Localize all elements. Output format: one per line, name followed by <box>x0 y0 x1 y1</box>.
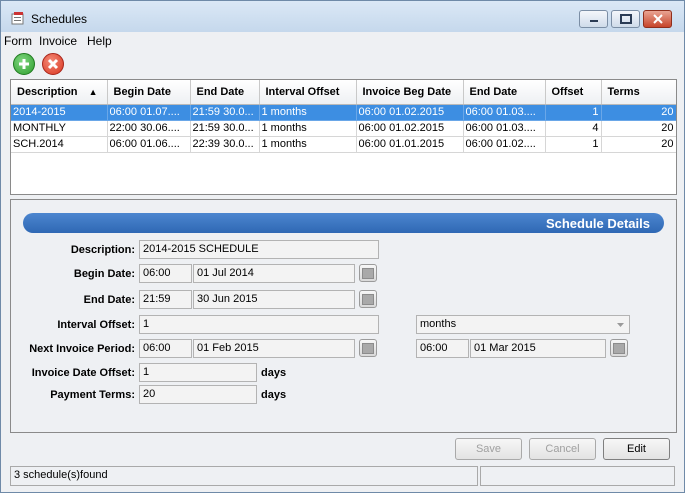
invoice-date-offset-field[interactable]: 1 <box>139 363 257 382</box>
next-end-date-picker-button[interactable] <box>610 339 628 357</box>
status-text: 3 schedule(s)found <box>10 466 478 486</box>
interval-offset-field[interactable]: 1 <box>139 315 379 334</box>
calendar-icon <box>362 342 374 354</box>
end-time-field[interactable]: 21:59 <box>139 290 192 309</box>
add-icon <box>19 59 29 69</box>
add-button[interactable] <box>13 53 35 75</box>
calendar-icon <box>362 293 374 305</box>
details-banner-title: Schedule Details <box>545 216 650 231</box>
table-row[interactable]: SCH.2014 06:00 01.06.... 22:39 30.0... 1… <box>11 136 676 153</box>
table-header-row: Description ▲ Begin Date End Date Interv… <box>11 80 676 105</box>
delete-icon <box>47 58 59 70</box>
calendar-icon <box>362 267 374 279</box>
invoice-date-offset-label: Invoice Date Offset: <box>31 367 135 379</box>
next-end-date-field[interactable]: 01 Mar 2015 <box>470 339 606 358</box>
column-description[interactable]: Description ▲ <box>11 80 108 105</box>
cell-invoice-beg-date: 06:00 01.02.2015 <box>356 120 464 137</box>
cell-description: SCH.2014 <box>11 136 108 153</box>
end-date-label: End Date: <box>83 294 135 306</box>
cell-offset: 1 <box>545 104 602 121</box>
next-start-time-field[interactable]: 06:00 <box>139 339 192 358</box>
sort-ascending-icon: ▲ <box>88 86 98 97</box>
maximize-icon <box>619 14 632 24</box>
interval-offset-label: Interval Offset: <box>57 319 135 331</box>
details-banner: Schedule Details <box>23 213 664 233</box>
table-row[interactable]: 2014-2015 06:00 01.07.... 21:59 30.0... … <box>11 104 676 121</box>
status-bar: 3 schedule(s)found <box>10 466 675 486</box>
cell-description: MONTHLY <box>11 120 108 137</box>
description-label: Description: <box>70 244 135 256</box>
interval-unit-select[interactable]: months <box>416 315 630 334</box>
menu-help[interactable]: Help <box>87 34 112 48</box>
calendar-icon <box>613 342 625 354</box>
cell-end-date: 21:59 30.0... <box>190 104 260 121</box>
schedules-table[interactable]: Description ▲ Begin Date End Date Interv… <box>10 79 677 195</box>
end-date-field[interactable]: 30 Jun 2015 <box>193 290 355 309</box>
save-button[interactable]: Save <box>455 438 522 460</box>
cell-description: 2014-2015 <box>11 104 108 121</box>
interval-unit-value: months <box>420 318 457 330</box>
menu-invoice[interactable]: Invoice <box>39 34 77 48</box>
cell-terms: 20 <box>601 120 676 137</box>
schedules-window: Schedules Form Invoice Help Description … <box>0 0 685 493</box>
cell-begin-date: 06:00 01.07.... <box>107 104 191 121</box>
delete-button[interactable] <box>42 53 64 75</box>
maximize-button[interactable] <box>611 10 640 28</box>
begin-date-field[interactable]: 01 Jul 2014 <box>193 264 355 283</box>
column-offset[interactable]: Offset <box>545 80 602 105</box>
cell-interval-offset: 1 months <box>259 120 357 137</box>
cell-invoice-end-date: 06:00 01.03.... <box>463 120 546 137</box>
column-invoice-end-date[interactable]: End Date <box>463 80 546 105</box>
payment-terms-label: Payment Terms: <box>50 389 135 401</box>
cell-begin-date: 22:00 30.06.... <box>107 120 191 137</box>
payment-terms-days-label: days <box>261 389 287 401</box>
begin-date-picker-button[interactable] <box>359 264 377 282</box>
close-button[interactable] <box>643 10 672 28</box>
next-invoice-period-label: Next Invoice Period: <box>29 343 135 355</box>
invoice-offset-days-label: days <box>261 367 287 379</box>
column-begin-date[interactable]: Begin Date <box>107 80 191 105</box>
column-terms[interactable]: Terms <box>601 80 676 105</box>
cell-interval-offset: 1 months <box>259 136 357 153</box>
cell-terms: 20 <box>601 136 676 153</box>
minimize-button[interactable] <box>579 10 608 28</box>
status-panel <box>480 466 675 486</box>
description-field[interactable]: 2014-2015 SCHEDULE <box>139 240 379 259</box>
menu-form[interactable]: Form <box>4 34 32 48</box>
column-end-date[interactable]: End Date <box>190 80 260 105</box>
title-bar[interactable]: Schedules <box>1 1 684 32</box>
window-title: Schedules <box>31 12 88 26</box>
cell-offset: 1 <box>545 136 602 153</box>
cell-offset: 4 <box>545 120 602 137</box>
column-invoice-beg-date[interactable]: Invoice Beg Date <box>356 80 464 105</box>
end-date-picker-button[interactable] <box>359 290 377 308</box>
table-row[interactable]: MONTHLY 22:00 30.06.... 21:59 30.0... 1 … <box>11 120 676 137</box>
edit-button[interactable]: Edit <box>603 438 670 460</box>
cell-invoice-beg-date: 06:00 01.02.2015 <box>356 104 464 121</box>
chevron-down-icon <box>617 323 624 327</box>
next-start-date-field[interactable]: 01 Feb 2015 <box>193 339 355 358</box>
next-end-time-field[interactable]: 06:00 <box>416 339 469 358</box>
minimize-icon <box>589 20 598 22</box>
begin-date-label: Begin Date: <box>73 268 135 280</box>
cell-end-date: 21:59 30.0... <box>190 120 260 137</box>
cell-terms: 20 <box>601 104 676 121</box>
schedule-details-panel: Schedule Details Description: 2014-2015 … <box>10 199 677 433</box>
cell-invoice-beg-date: 06:00 01.01.2015 <box>356 136 464 153</box>
cancel-button[interactable]: Cancel <box>529 438 596 460</box>
menu-bar: Form Invoice Help <box>1 32 684 50</box>
column-label: Description <box>17 85 78 98</box>
cell-invoice-end-date: 06:00 01.02.... <box>463 136 546 153</box>
next-start-date-picker-button[interactable] <box>359 339 377 357</box>
begin-time-field[interactable]: 06:00 <box>139 264 192 283</box>
cell-begin-date: 06:00 01.06.... <box>107 136 191 153</box>
column-interval-offset[interactable]: Interval Offset <box>259 80 357 105</box>
cell-invoice-end-date: 06:00 01.03.... <box>463 104 546 121</box>
cell-end-date: 22:39 30.0... <box>190 136 260 153</box>
payment-terms-field[interactable]: 20 <box>139 385 257 404</box>
cell-interval-offset: 1 months <box>259 104 357 121</box>
close-icon <box>652 14 663 24</box>
app-icon <box>11 11 25 25</box>
